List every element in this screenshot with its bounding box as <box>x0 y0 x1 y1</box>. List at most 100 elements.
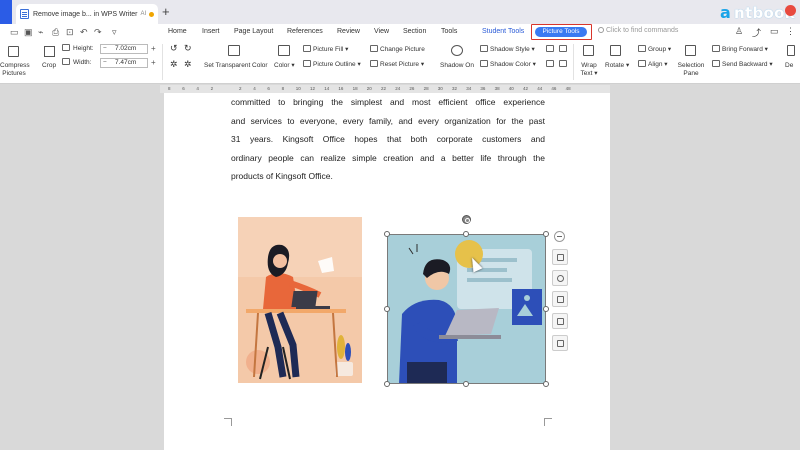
group-label: Group <box>648 46 667 53</box>
command-search[interactable]: Click to find commands <box>598 27 678 34</box>
width-label: Width: <box>73 59 92 66</box>
horizontal-ruler[interactable]: 8 6 4 2 2 4 6 8 10 12 14 16 18 20 22 24 26 28 30 32 34 36 38 40… <box>160 85 610 93</box>
margin-corner-mark <box>224 418 232 426</box>
send-backward-dropdown[interactable]: Send Backward ▾ <box>712 60 773 69</box>
height-increase-button[interactable]: + <box>151 45 156 53</box>
height-decrease-button[interactable]: − <box>103 45 107 53</box>
height-label: Height: <box>73 45 94 52</box>
rotate-dropdown[interactable]: Rotate ▾ <box>605 62 629 70</box>
width-decrease-button[interactable]: − <box>103 59 107 67</box>
document-tab[interactable]: Remove image b... in WPS Writer AI <box>16 4 158 24</box>
crop-picture-button[interactable] <box>552 291 568 307</box>
rotate-left-icon[interactable]: ↺ <box>170 44 178 53</box>
resize-handle-top[interactable] <box>463 231 469 237</box>
close-window-icon[interactable] <box>785 5 796 16</box>
resize-handle-bottom[interactable] <box>463 381 469 387</box>
ruler-tick-label: 18 <box>352 86 358 91</box>
picture-effects-button[interactable] <box>552 313 568 329</box>
wrap-text-label: Wrap Text <box>580 62 597 77</box>
more-options-icon[interactable]: ⋮ <box>786 26 795 37</box>
picture-tools-ribbon: Compress Pictures Crop Height: − 7.02cm +… <box>0 40 800 84</box>
nudge-shadow-up-icon[interactable] <box>546 45 554 52</box>
resize-handle-left[interactable] <box>384 306 390 312</box>
reset-picture-dropdown[interactable]: Reset Picture ▾ <box>370 60 424 69</box>
menu-review[interactable]: Review <box>337 28 360 35</box>
resize-handle-top-right[interactable] <box>543 231 549 237</box>
menu-references[interactable]: References <box>287 28 323 35</box>
shadow-color-label: Shadow Color <box>490 61 531 68</box>
group-dropdown[interactable]: Group ▾ <box>638 45 671 54</box>
illustration-woman-laptop[interactable] <box>238 217 362 383</box>
document-page[interactable]: committed to bringing the simplest and m… <box>164 93 610 450</box>
reset-picture-icon <box>370 60 378 67</box>
wrap-text-dropdown[interactable]: Wrap Text ▾ <box>579 62 599 78</box>
bring-forward-dropdown[interactable]: Bring Forward ▾ <box>712 45 768 54</box>
comment-icon[interactable]: ▭ <box>770 26 779 37</box>
rotate-right-icon[interactable]: ↻ <box>184 44 192 53</box>
document-body-text[interactable]: committed to bringing the simplest and m… <box>231 93 545 186</box>
ruler-tick-label: 42 <box>523 86 529 91</box>
menu-insert[interactable]: Insert <box>202 28 220 35</box>
nudge-shadow-down-icon[interactable] <box>559 45 567 52</box>
wps-logo[interactable] <box>0 0 12 24</box>
image-selection-frame <box>387 234 546 384</box>
nudge-shadow-left-icon[interactable] <box>546 60 554 67</box>
nudge-shadow-right-icon[interactable] <box>559 60 567 67</box>
set-transparent-color-icon <box>228 45 240 56</box>
menu-view[interactable]: View <box>374 28 389 35</box>
ruler-tick-label: 10 <box>295 86 301 91</box>
zoom-picture-button[interactable] <box>552 270 568 286</box>
wrap-text-icon <box>583 45 594 56</box>
tab-picture-tools[interactable]: Picture Tools <box>535 27 587 37</box>
menu-page-layout[interactable]: Page Layout <box>234 28 273 35</box>
crop-button[interactable]: Crop <box>42 62 56 70</box>
rotate-handle-icon[interactable] <box>462 215 471 224</box>
ruler-tick-label: 30 <box>437 86 443 91</box>
resize-handle-top-left[interactable] <box>384 231 390 237</box>
ruler-tick-label: 26 <box>409 86 415 91</box>
print-icon[interactable]: ⎙ <box>52 27 59 37</box>
compress-pictures-button[interactable]: Compress Pictures <box>0 62 30 78</box>
format-painter-icon[interactable]: ⌁ <box>38 27 43 37</box>
unsaved-indicator-icon <box>149 11 155 17</box>
shadow-on-button[interactable]: Shadow On <box>440 62 474 70</box>
width-increase-button[interactable]: + <box>151 59 156 67</box>
delete-background-button[interactable]: De <box>785 62 793 70</box>
layout-options-button[interactable] <box>552 249 568 265</box>
align-dropdown[interactable]: Align ▾ <box>638 60 668 69</box>
height-input[interactable]: − 7.02cm <box>100 44 148 54</box>
menu-section[interactable]: Section <box>403 28 426 35</box>
collapse-toolbar-icon[interactable] <box>554 231 565 242</box>
resize-handle-right[interactable] <box>543 306 549 312</box>
print-preview-icon[interactable]: ⊡ <box>66 27 74 37</box>
width-input[interactable]: − 7.47cm <box>100 58 148 68</box>
picture-fill-dropdown[interactable]: Picture Fill ▾ <box>303 45 348 54</box>
selection-pane-button[interactable]: Selection Pane <box>676 62 706 78</box>
extract-text-button[interactable] <box>552 335 568 351</box>
user-icon[interactable]: ♙ <box>735 26 743 37</box>
menu-tools[interactable]: Tools <box>441 28 457 35</box>
shadow-style-dropdown[interactable]: Shadow Style ▾ <box>480 45 535 54</box>
new-tab-button[interactable]: + <box>162 5 170 18</box>
contrast-icon[interactable]: ✲ <box>184 60 192 69</box>
delete-background-icon <box>787 45 795 56</box>
redo-icon[interactable]: ↷ <box>94 27 102 37</box>
color-dropdown[interactable]: Color ▾ <box>274 62 295 70</box>
brightness-icon[interactable]: ✲ <box>170 60 178 69</box>
save-icon[interactable]: ▣ <box>24 27 33 37</box>
change-picture-button[interactable]: Change Picture <box>370 45 425 54</box>
text-line: products of Kingsoft Office. <box>231 171 333 181</box>
undo-icon[interactable]: ↶ <box>80 27 88 37</box>
set-transparent-color-button[interactable]: Set Transparent Color <box>204 62 268 70</box>
shadow-color-dropdown[interactable]: Shadow Color ▾ <box>480 60 536 69</box>
share-icon[interactable]: ⤴ <box>752 26 761 39</box>
picture-outline-dropdown[interactable]: Picture Outline ▾ <box>303 60 361 69</box>
customize-icon[interactable]: ▿ <box>112 27 117 37</box>
resize-handle-bottom-right[interactable] <box>543 381 549 387</box>
resize-handle-bottom-left[interactable] <box>384 381 390 387</box>
ai-badge: AI <box>140 11 147 17</box>
ruler-tick-label: 38 <box>494 86 500 91</box>
menu-home[interactable]: Home <box>168 28 187 35</box>
folder-icon[interactable]: ▭ <box>10 27 19 37</box>
menu-student-tools[interactable]: Student Tools <box>482 28 524 35</box>
